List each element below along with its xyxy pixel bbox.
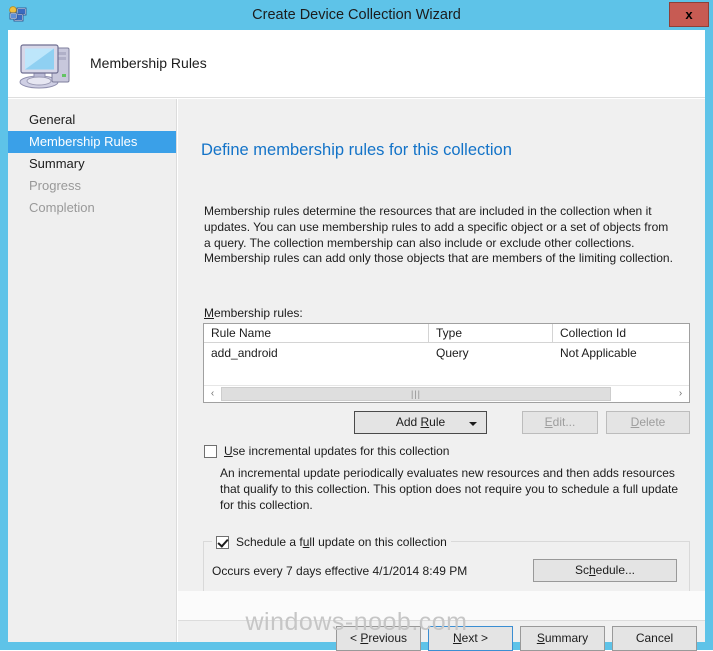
summary-button[interactable]: Summary xyxy=(520,626,605,651)
delete-button: Delete xyxy=(606,411,690,434)
schedule-full-update-checkbox[interactable] xyxy=(216,535,229,549)
cell-collection-id: Not Applicable xyxy=(560,346,637,360)
incremental-updates-row: Use incremental updates for this collect… xyxy=(204,444,449,458)
add-rule-text-after: ule xyxy=(429,415,446,429)
incremental-updates-description: An incremental update periodically evalu… xyxy=(220,466,679,512)
add-rule-accel-char: R xyxy=(420,415,430,429)
wizard-window: Create Device Collection Wizard x Member… xyxy=(0,0,713,651)
cell-type: Query xyxy=(436,346,469,360)
next-text-after: ext > xyxy=(461,631,489,645)
incremental-accel-char: U xyxy=(224,444,233,458)
incremental-updates-checkbox[interactable] xyxy=(204,444,217,458)
cell-rule-name: add_android xyxy=(211,346,278,360)
title-bar: Create Device Collection Wizard x xyxy=(0,0,713,30)
wizard-banner: Membership Rules xyxy=(8,30,705,98)
edit-accel-char: E xyxy=(544,415,553,429)
schedule-group-caption: Schedule a full update on this collectio… xyxy=(212,534,451,550)
label-accel-char: M xyxy=(204,306,214,320)
table-header-row: Rule Name Type Collection Id xyxy=(204,324,689,343)
computer-icon xyxy=(16,36,78,92)
content-pane: Define membership rules for this collect… xyxy=(178,99,705,642)
previous-text-before: < xyxy=(349,631,361,645)
sidebar-item-progress: Progress xyxy=(29,178,82,193)
page-title: Define membership rules for this collect… xyxy=(201,141,512,159)
schedule-button[interactable]: Schedule... xyxy=(533,559,677,582)
schedule-occurrence-text: Occurs every 7 days effective 4/1/2014 8… xyxy=(212,564,468,578)
delete-accel-char: D xyxy=(630,415,640,429)
previous-text-after: revious xyxy=(368,631,408,645)
scrollbar-thumb[interactable]: ||| xyxy=(221,387,611,401)
sidebar-item-completion: Completion xyxy=(29,200,95,215)
client-area: Membership Rules General Membership Rule… xyxy=(8,30,705,651)
scrollbar-track[interactable]: ||| xyxy=(221,386,672,402)
column-header-type[interactable]: Type xyxy=(429,324,553,342)
incremental-label-rest: se incremental updates for this collecti… xyxy=(232,444,450,458)
schedule-btn-accel-char: h xyxy=(588,563,596,577)
membership-rules-label: Membership rules: xyxy=(204,306,303,320)
edit-button: Edit... xyxy=(522,411,598,434)
next-button[interactable]: Next > xyxy=(428,626,513,651)
incremental-updates-label[interactable]: Use incremental updates for this collect… xyxy=(224,444,449,458)
schedule-btn-after: edule... xyxy=(595,563,636,577)
sidebar-item-summary[interactable]: Summary xyxy=(8,153,176,175)
column-header-collection-id[interactable]: Collection Id xyxy=(553,324,689,342)
summary-accel-char: S xyxy=(536,631,545,645)
delete-text-after: elete xyxy=(639,415,666,429)
label-rest: embership rules: xyxy=(214,306,303,320)
banner-title: Membership Rules xyxy=(90,55,207,71)
edit-text-after: dit... xyxy=(552,415,576,429)
schedule-caption-before: Schedule a f xyxy=(236,535,303,549)
schedule-caption-after: ll update on this collection xyxy=(309,535,447,549)
membership-rules-table[interactable]: Rule Name Type Collection Id add_android… xyxy=(203,323,690,403)
schedule-full-update-label[interactable]: Schedule a full update on this collectio… xyxy=(236,535,447,549)
wizard-steps-sidebar: General Membership Rules Summary Progres… xyxy=(8,99,177,642)
summary-text-after: ummary xyxy=(544,631,589,645)
column-header-rule-name[interactable]: Rule Name xyxy=(204,324,429,342)
sidebar-item-general[interactable]: General xyxy=(8,109,176,131)
scroll-right-arrow-icon[interactable]: › xyxy=(672,386,689,402)
schedule-btn-before: Sc xyxy=(574,563,589,577)
add-rule-button[interactable]: Add Rule xyxy=(354,411,487,434)
footer-upper-area xyxy=(178,591,705,620)
close-button[interactable]: x xyxy=(669,2,709,27)
previous-button[interactable]: < Previous xyxy=(336,626,421,651)
horizontal-scrollbar[interactable]: ‹ ||| › xyxy=(204,385,689,402)
next-accel-char: N xyxy=(452,631,462,645)
add-rule-text-before: Add xyxy=(395,415,421,429)
cancel-button[interactable]: Cancel xyxy=(612,626,697,651)
window-title: Create Device Collection Wizard xyxy=(252,7,461,23)
chevron-down-icon xyxy=(469,422,477,426)
page-description: Membership rules determine the resources… xyxy=(204,204,673,266)
table-row[interactable]: add_android Query Not Applicable xyxy=(204,343,689,363)
scroll-left-arrow-icon[interactable]: ‹ xyxy=(204,386,221,402)
sidebar-item-membership-rules[interactable]: Membership Rules xyxy=(8,131,176,153)
